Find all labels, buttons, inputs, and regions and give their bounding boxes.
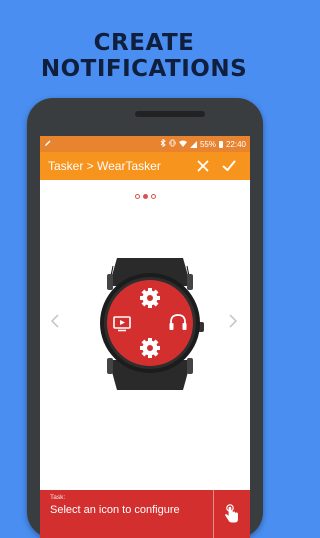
bottom-bar: Task: Select an icon to configure <box>40 490 250 538</box>
app-bar: Tasker > WearTasker <box>40 152 250 180</box>
watch-preview-area <box>40 180 250 470</box>
previous-page-button[interactable] <box>50 313 60 334</box>
phone-frame: 55% 22:40 Tasker > WearTasker Task: Sele… <box>27 98 263 538</box>
close-button[interactable] <box>190 153 216 179</box>
page-dot-active[interactable] <box>142 194 148 199</box>
next-page-button[interactable] <box>228 313 238 334</box>
battery-icon <box>218 140 223 148</box>
touch-hand-icon <box>225 504 238 523</box>
check-icon <box>222 160 236 171</box>
task-hint: Select an icon to configure <box>50 504 180 516</box>
gear-icon[interactable] <box>140 338 160 358</box>
page-indicator <box>40 194 250 199</box>
page-dot[interactable] <box>134 194 140 199</box>
vibrate-icon <box>169 139 176 149</box>
app-bar-title: Tasker > WearTasker <box>48 159 161 173</box>
chevron-right-icon <box>229 314 238 328</box>
gear-icon[interactable] <box>140 288 160 308</box>
wifi-icon <box>178 140 187 149</box>
task-info: Task: Select an icon to configure <box>40 490 213 538</box>
touch-select-button[interactable] <box>213 490 250 538</box>
battery-percent: 55% <box>199 139 216 149</box>
phone-speaker <box>135 111 205 117</box>
smartwatch <box>100 258 204 390</box>
task-label: Task: <box>50 494 66 501</box>
close-icon <box>197 160 209 172</box>
chevron-left-icon <box>50 314 59 328</box>
page-dot[interactable] <box>150 194 156 199</box>
signal-icon <box>189 140 197 148</box>
promo-title: CREATE NOTIFICATIONS <box>40 30 248 82</box>
confirm-button[interactable] <box>216 153 242 179</box>
clock: 22:40 <box>225 139 246 149</box>
notification-pencil-icon <box>44 139 160 149</box>
bluetooth-icon <box>160 138 166 149</box>
status-bar: 55% 22:40 <box>40 136 250 152</box>
phone-screen: 55% 22:40 Tasker > WearTasker Task: Sele… <box>40 136 250 538</box>
